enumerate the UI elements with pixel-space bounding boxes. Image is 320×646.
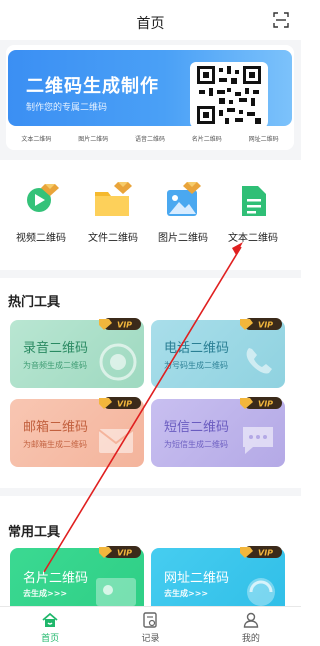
id-card-icon <box>96 578 136 606</box>
vip-badge-icon: VIP <box>99 318 141 330</box>
quick-link-url[interactable]: 网址二维码 <box>249 134 279 143</box>
vip-badge-label: VIP <box>258 400 273 409</box>
divider <box>0 270 301 278</box>
common-tools-title: 常用工具 <box>8 525 61 540</box>
hot-tools-title: 热门工具 <box>8 295 61 310</box>
user-icon <box>243 612 259 628</box>
page-title: 首页 <box>136 16 165 32</box>
quick-links: 文本二维码 图片二维码 语音二维码 名片二维码 网址二维码 <box>8 129 292 147</box>
card-subtitle: 去生成>>> <box>164 589 209 598</box>
vip-badge-label: VIP <box>258 549 273 558</box>
card-subtitle: 去生成>>> <box>23 589 68 598</box>
video-icon <box>27 184 59 212</box>
records-icon <box>143 612 158 628</box>
card-title: 名片二维码 <box>23 571 89 586</box>
tab-profile[interactable]: 我的 <box>201 607 301 646</box>
card-subtitle: 为音频生成二维码 <box>23 361 87 370</box>
browser-icon <box>247 578 275 606</box>
quick-link-card[interactable]: 名片二维码 <box>192 134 222 143</box>
quick-link-text[interactable]: 文本二维码 <box>21 134 51 143</box>
tool-image[interactable]: 图片二维码 <box>153 178 213 244</box>
tool-label: 文件二维码 <box>88 233 138 244</box>
banner-title: 二维码生成制作 <box>26 76 159 97</box>
tool-file[interactable]: 文件二维码 <box>83 178 143 244</box>
banner-subtitle: 制作您的专属二维码 <box>26 103 108 113</box>
vip-badge-icon: VIP <box>240 318 282 330</box>
tab-label: 首页 <box>41 634 60 644</box>
divider <box>0 488 301 496</box>
tab-home[interactable]: 首页 <box>0 607 100 646</box>
vip-badge-label: VIP <box>117 400 132 409</box>
vip-badge-icon: VIP <box>99 397 141 409</box>
qr-code-icon <box>197 66 261 124</box>
microphone-icon <box>99 343 137 381</box>
card-subtitle: 为号码生成二维码 <box>164 361 228 370</box>
tab-label: 记录 <box>141 634 160 644</box>
tool-video[interactable]: 视频二维码 <box>11 178 71 244</box>
vip-badge-icon: VIP <box>99 546 141 558</box>
divider <box>0 152 301 160</box>
vip-badge-label: VIP <box>117 321 132 330</box>
quick-link-voice[interactable]: 语音二维码 <box>135 134 165 143</box>
quick-link-image[interactable]: 图片二维码 <box>78 134 108 143</box>
top-bar: 首页 <box>0 0 301 40</box>
card-subtitle: 为邮箱生成二维码 <box>23 440 87 449</box>
tool-label: 文本二维码 <box>228 233 278 244</box>
home-icon <box>42 612 58 627</box>
vip-badge-icon: VIP <box>240 546 282 558</box>
envelope-icon <box>98 429 134 453</box>
card-title: 录音二维码 <box>23 341 89 356</box>
tab-records[interactable]: 记录 <box>100 607 200 646</box>
vip-badge-icon: VIP <box>240 397 282 409</box>
bottom-tab-bar: 首页 记录 我的 <box>0 606 301 646</box>
card-title: 网址二维码 <box>164 571 230 586</box>
image-icon <box>167 182 201 216</box>
folder-icon <box>95 182 132 216</box>
document-icon <box>242 186 266 216</box>
tab-label: 我的 <box>241 634 260 644</box>
phone-icon <box>246 348 272 374</box>
tool-text[interactable]: 文本二维码 <box>223 178 283 244</box>
scan-icon[interactable] <box>273 12 289 28</box>
card-title: 邮箱二维码 <box>23 420 89 435</box>
chat-bubble-icon <box>243 427 273 454</box>
vip-badge-label: VIP <box>258 321 273 330</box>
hero-banner[interactable]: 二维码生成制作 制作您的专属二维码 <box>8 50 292 126</box>
card-title: 电话二维码 <box>164 341 230 356</box>
vip-badge-label: VIP <box>117 549 132 558</box>
card-subtitle: 为短信生成二维码 <box>164 440 228 449</box>
tool-label: 图片二维码 <box>158 233 208 244</box>
tool-label: 视频二维码 <box>16 233 66 244</box>
card-title: 短信二维码 <box>164 420 230 435</box>
